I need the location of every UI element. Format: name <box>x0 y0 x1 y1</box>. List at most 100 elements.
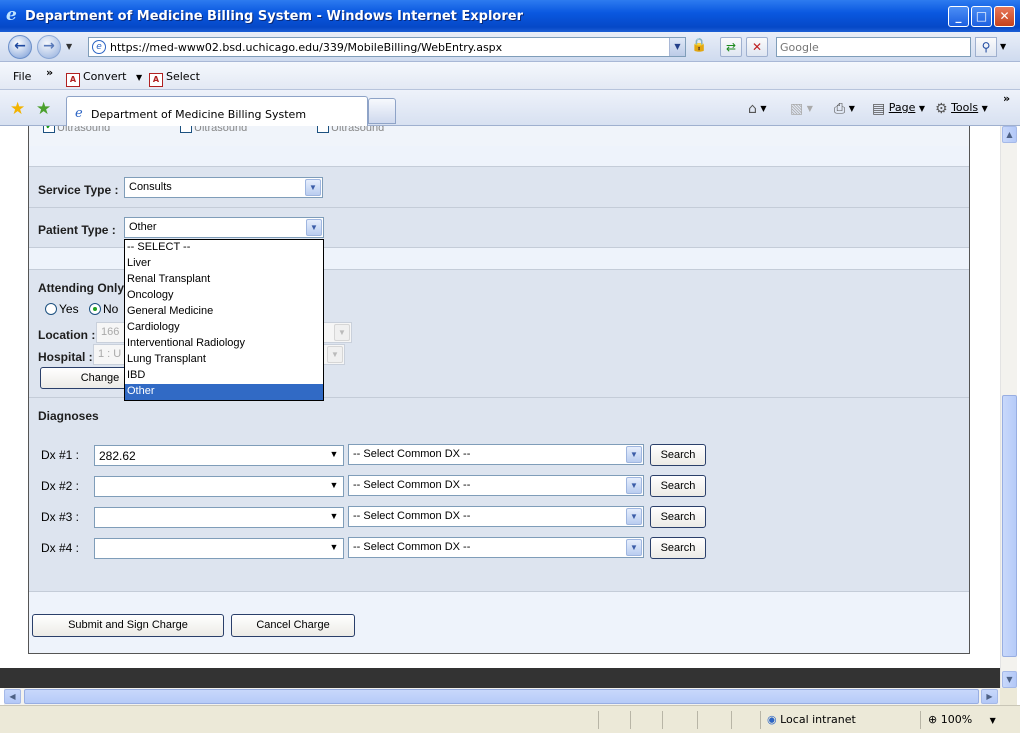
favorites-star-icon[interactable]: ★ <box>10 99 25 119</box>
option-cardiology[interactable]: Cardiology <box>125 320 323 336</box>
option-interventional-radiology[interactable]: Interventional Radiology <box>125 336 323 352</box>
chevron-down-icon: ▼ <box>329 480 339 490</box>
gear-icon: ⚙ <box>935 101 948 117</box>
refresh-button[interactable]: ⇄ <box>720 37 742 57</box>
page-menu[interactable]: ▤ Page ▼ <box>872 101 925 117</box>
radio-button[interactable] <box>45 303 57 315</box>
page-icon: ▤ <box>872 101 886 117</box>
dx-3-common-value: -- Select Common DX -- <box>353 510 471 522</box>
dx-3-input[interactable]: ▼ <box>94 507 344 528</box>
patient-type-dropdown-list[interactable]: -- SELECT -- Liver Renal Transplant Onco… <box>124 239 324 401</box>
scroll-right-icon[interactable]: ▶ <box>981 689 998 704</box>
close-button[interactable]: ✕ <box>994 6 1015 27</box>
forward-button[interactable]: → <box>37 35 61 59</box>
horizontal-scroll-thumb[interactable] <box>24 689 979 704</box>
dx-3-search-button[interactable]: Search <box>650 506 706 528</box>
dx-1-common-select[interactable]: -- Select Common DX -- ▼ <box>348 444 644 465</box>
dx-4-common-select[interactable]: -- Select Common DX -- ▼ <box>348 537 644 558</box>
security-zone[interactable]: ◉ Local intranet <box>767 713 856 726</box>
search-options-dropdown-icon[interactable]: ▼ <box>1000 42 1006 51</box>
dx-1-label: Dx #1 : <box>41 448 80 462</box>
diagnoses-section: Diagnoses Dx #1 : 282.62 ▼ -- Select Comm… <box>29 398 969 592</box>
dx-1-search-button[interactable]: Search <box>650 444 706 466</box>
scroll-down-icon[interactable]: ▼ <box>1002 671 1017 688</box>
cancel-charge-button[interactable]: Cancel Charge <box>231 614 355 637</box>
checkbox-checked[interactable] <box>43 126 55 133</box>
pdf-select-icon: A <box>149 73 163 87</box>
dx-4-search-button[interactable]: Search <box>650 537 706 559</box>
menu-more-chevron[interactable]: » <box>46 66 53 79</box>
convert-dropdown-icon[interactable]: ▼ <box>136 73 142 82</box>
option-select[interactable]: -- SELECT -- <box>125 240 323 256</box>
imaging-option-3[interactable]: Ultrasound <box>317 126 384 134</box>
dx-4-input[interactable]: ▼ <box>94 538 344 559</box>
dx-3-common-select[interactable]: -- Select Common DX -- ▼ <box>348 506 644 527</box>
radio-button-selected[interactable] <box>89 303 101 315</box>
imaging-option-2[interactable]: Ultrasound <box>180 126 247 134</box>
service-type-select[interactable]: Consults ▼ <box>124 177 323 198</box>
checkbox[interactable] <box>180 126 192 133</box>
spacer-row <box>29 146 969 167</box>
stop-button[interactable]: ✕ <box>746 37 768 57</box>
search-icon[interactable]: ⚲ <box>975 37 997 57</box>
tools-menu-label: Tools <box>951 101 979 114</box>
add-favorites-icon[interactable]: ★ <box>36 99 51 119</box>
tools-dropdown-icon: ▼ <box>981 104 988 113</box>
lock-icon[interactable]: 🔒 <box>691 38 709 56</box>
search-field[interactable] <box>776 37 971 57</box>
address-url[interactable]: https://med-www02.bsd.uchicago.edu/339/M… <box>110 41 502 54</box>
option-lung-transplant[interactable]: Lung Transplant <box>125 352 323 368</box>
option-renal-transplant[interactable]: Renal Transplant <box>125 272 323 288</box>
location-value: 166 <box>101 326 120 338</box>
address-dropdown-icon[interactable]: ▼ <box>669 38 685 56</box>
address-field[interactable]: e https://med-www02.bsd.uchicago.edu/339… <box>88 37 686 57</box>
option-oncology[interactable]: Oncology <box>125 288 323 304</box>
search-input[interactable] <box>777 38 957 56</box>
new-tab-button[interactable] <box>368 98 396 124</box>
option-other[interactable]: Other <box>125 384 323 400</box>
back-button[interactable]: ← <box>8 35 32 59</box>
history-dropdown-icon[interactable]: ▼ <box>66 42 72 51</box>
dx-2-search-button[interactable]: Search <box>650 475 706 497</box>
scroll-left-icon[interactable]: ◀ <box>4 689 21 704</box>
attending-yes-option[interactable]: Yes <box>45 302 79 316</box>
scroll-up-icon[interactable]: ▲ <box>1002 126 1017 143</box>
status-bar: ◉ Local intranet ⊕ 100% ▼ <box>0 705 1020 733</box>
dx-1-value: 282.62 <box>99 449 136 463</box>
convert-button[interactable]: A Convert ▼ <box>66 70 142 87</box>
dx-1-input[interactable]: 282.62 ▼ <box>94 445 344 466</box>
chevron-down-icon: ▼ <box>305 179 321 196</box>
minimize-button[interactable]: _ <box>948 6 969 27</box>
checkbox[interactable] <box>317 126 329 133</box>
zoom-dropdown-icon: ▼ <box>989 716 996 725</box>
vertical-scroll-thumb[interactable] <box>1002 395 1017 657</box>
horizontal-scrollbar[interactable]: ◀ ▶ <box>4 688 1000 705</box>
attending-no-option[interactable]: No <box>89 302 118 316</box>
submit-sign-charge-button[interactable]: Submit and Sign Charge <box>32 614 224 637</box>
option-liver[interactable]: Liver <box>125 256 323 272</box>
home-button[interactable]: ⌂ ▼ <box>748 101 767 117</box>
dx-2-common-select[interactable]: -- Select Common DX -- ▼ <box>348 475 644 496</box>
option-ibd[interactable]: IBD <box>125 368 323 384</box>
tab-billing-system[interactable]: e Department of Medicine Billing System <box>66 96 368 126</box>
menu-file[interactable]: File <box>13 70 31 83</box>
zoom-level: 100% <box>940 713 973 726</box>
option-general-medicine[interactable]: General Medicine <box>125 304 323 320</box>
patient-type-select[interactable]: Other ▼ <box>124 217 324 238</box>
zoom-control[interactable]: ⊕ 100% ▼ <box>928 713 996 726</box>
dx-2-input[interactable]: ▼ <box>94 476 344 497</box>
chevron-down-icon: ▼ <box>329 449 339 459</box>
status-divider <box>662 711 663 729</box>
feeds-button[interactable]: ▧ ▼ <box>790 101 813 117</box>
print-button[interactable]: ⎙ ▼ <box>834 101 855 117</box>
chevron-down-icon: ▼ <box>626 477 642 494</box>
patient-type-value: Other <box>129 221 157 233</box>
tools-menu[interactable]: ⚙ Tools ▼ <box>935 101 988 117</box>
maximize-button[interactable]: □ <box>971 6 992 27</box>
select-button[interactable]: A Select <box>149 70 200 87</box>
menu-bar: File » A Convert ▼ A Select <box>0 62 1020 90</box>
imaging-option-1[interactable]: Ultrasound <box>43 126 110 134</box>
diagnoses-heading: Diagnoses <box>38 409 99 423</box>
vertical-scrollbar[interactable]: ▲ ▼ <box>1000 126 1017 688</box>
command-more-chevron[interactable]: » <box>1003 92 1010 105</box>
